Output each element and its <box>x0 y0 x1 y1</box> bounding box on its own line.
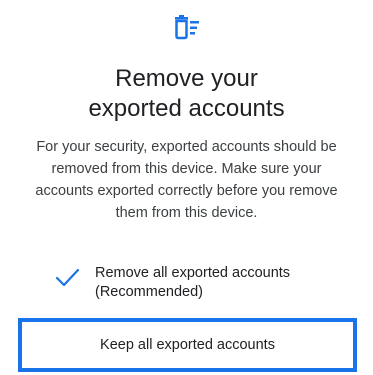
option-remove-all-label-line2: (Recommended) <box>95 284 203 300</box>
page-title-line1: Remove your <box>115 65 258 92</box>
page-title-line2: exported accounts <box>88 95 285 122</box>
checkmark-icon <box>55 268 80 287</box>
option-remove-all[interactable]: Remove all exported accounts (Recommende… <box>52 264 353 302</box>
page-title: Remove your exported accounts <box>0 64 373 124</box>
option-keep-all[interactable]: Keep all exported accounts <box>18 318 357 372</box>
option-remove-all-label: Remove all exported accounts (Recommende… <box>95 264 290 302</box>
option-keep-all-label: Keep all exported accounts <box>100 337 275 353</box>
option-remove-all-label-line1: Remove all exported accounts <box>95 265 291 281</box>
header-icon-container <box>0 14 373 40</box>
delete-list-icon <box>174 15 199 40</box>
description-text: For your security, exported accounts sho… <box>35 139 338 221</box>
